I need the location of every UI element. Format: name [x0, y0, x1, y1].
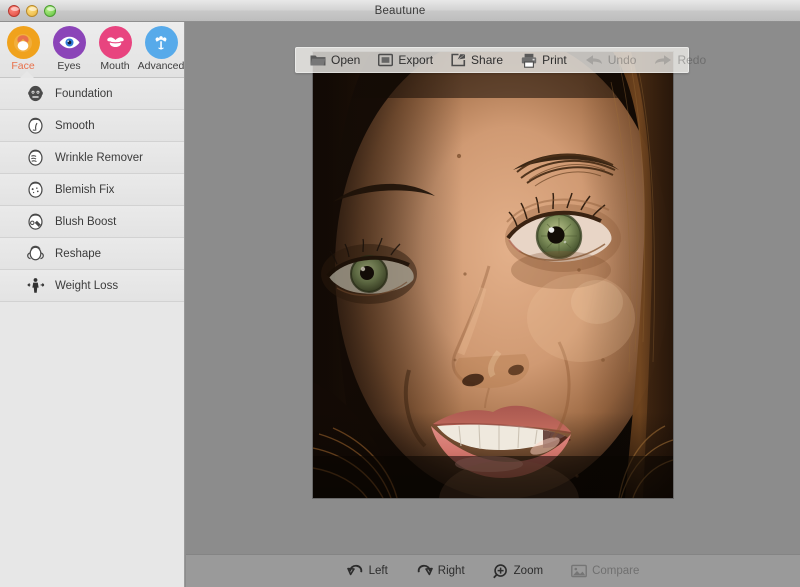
sidebar-item-label: Weight Loss [55, 279, 119, 292]
eye-icon [59, 36, 79, 49]
window-title: Beautune [374, 4, 426, 17]
open-button[interactable]: Open [310, 53, 360, 67]
redo-button[interactable]: Redo [654, 53, 706, 67]
open-button-label: Open [331, 53, 361, 67]
weight-loss-icon [24, 275, 46, 297]
sidebar-item-label: Reshape [55, 247, 102, 260]
undo-button[interactable]: Undo [585, 53, 637, 67]
zoom-button-bottom[interactable]: Zoom [492, 563, 544, 579]
title-bar: Beautune [0, 0, 800, 22]
lips-icon [106, 37, 124, 48]
tab-eyes-label: Eyes [57, 60, 81, 72]
sidebar-item-blush-boost[interactable]: Blush Boost [0, 206, 184, 238]
sidebar-item-wrinkle-remover[interactable]: Wrinkle Remover [0, 142, 184, 174]
tab-advanced-label: Advanced [137, 60, 185, 72]
lips-icon-bubble [98, 26, 132, 59]
print-button[interactable]: Print [521, 53, 567, 68]
rotate-right-button[interactable]: Right [416, 564, 465, 579]
share-button[interactable]: Share [451, 53, 503, 67]
folder-icon [310, 53, 326, 67]
wrinkle-face-icon [24, 147, 46, 169]
sidebar-item-label: Foundation [55, 87, 113, 100]
undo-arrow-icon [585, 53, 603, 67]
redo-arrow-icon [654, 53, 672, 67]
sidebar-item-foundation[interactable]: Foundation [0, 78, 184, 110]
category-tab-strip: Face Eyes Mouth Advanced [0, 22, 184, 78]
tab-eyes[interactable]: Eyes [47, 26, 92, 72]
sidebar-item-smooth[interactable]: Smooth [0, 110, 184, 142]
export-button[interactable]: Export [378, 53, 433, 67]
undo-button-label: Undo [607, 53, 637, 67]
rotate-left-label: Left [368, 565, 388, 577]
active-tab-indicator [20, 71, 34, 78]
sidebar-item-blemish-fix[interactable]: Blemish Fix [0, 174, 184, 206]
sidebar: Face Eyes Mouth Advanced Foundation Smoo… [0, 22, 185, 587]
rotate-left-icon [346, 564, 364, 579]
blush-face-icon [24, 211, 46, 233]
zoom-button-label: Zoom [513, 565, 544, 577]
photo-toolbar: Open Export Share Print Undo Redo [295, 47, 706, 73]
face-icon [14, 33, 32, 52]
face-icon-bubble [6, 26, 40, 59]
export-icon [378, 53, 394, 67]
sidebar-item-label: Smooth [55, 119, 95, 132]
bottom-toolbar: Left Right Zoom Compare [186, 554, 800, 587]
tab-advanced[interactable]: Advanced [137, 26, 185, 72]
tab-mouth[interactable]: Mouth [93, 26, 138, 72]
smooth-face-icon [24, 115, 46, 137]
tab-mouth-label: Mouth [100, 60, 130, 72]
rotate-right-label: Right [437, 565, 465, 577]
flower-icon-bubble [144, 26, 178, 59]
foundation-face-icon [24, 83, 46, 105]
sidebar-item-label: Blemish Fix [55, 183, 115, 196]
printer-icon [521, 53, 537, 68]
sidebar-item-reshape[interactable]: Reshape [0, 238, 184, 270]
tool-list: Foundation Smooth Wrinkle Remover Blemis… [0, 78, 184, 302]
editor-canvas[interactable]: Open Export Share Print Undo Redo [186, 22, 800, 587]
compare-button-label: Compare [592, 565, 640, 577]
export-button-label: Export [398, 53, 434, 67]
sidebar-item-label: Wrinkle Remover [55, 151, 143, 164]
eye-icon-bubble [52, 26, 86, 59]
rotate-left-button[interactable]: Left [346, 564, 388, 579]
photo-frame[interactable] [313, 52, 673, 498]
compare-image-icon [571, 564, 587, 578]
share-icon [451, 53, 466, 67]
rotate-right-icon [416, 564, 433, 579]
sidebar-item-label: Blush Boost [55, 215, 117, 228]
flower-icon [155, 35, 167, 50]
portrait-photo [313, 52, 673, 498]
app-window: Beautune Face Eyes Mouth Advanced Founda… [0, 0, 800, 587]
print-button-label: Print [542, 53, 567, 67]
sidebar-item-weight-loss[interactable]: Weight Loss [0, 270, 184, 302]
zoom-plus-icon [492, 563, 509, 579]
compare-button[interactable]: Compare [571, 564, 639, 578]
reshape-face-icon [24, 243, 46, 265]
blemish-face-icon [24, 179, 46, 201]
share-button-label: Share [471, 53, 504, 67]
redo-button-label: Redo [677, 53, 707, 67]
tab-face[interactable]: Face [1, 26, 46, 78]
